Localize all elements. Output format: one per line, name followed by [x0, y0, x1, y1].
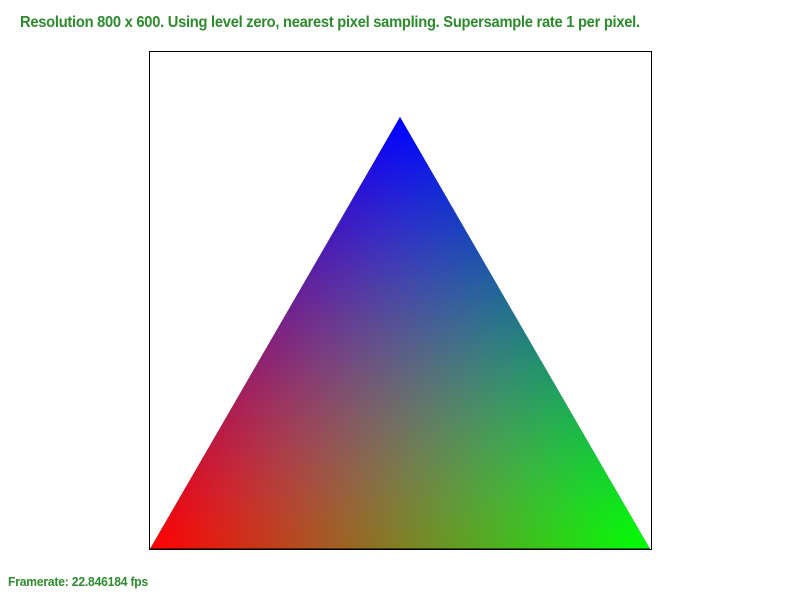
framerate-readout: Framerate: 22.846184 fps: [8, 574, 149, 589]
render-viewport[interactable]: [149, 51, 652, 550]
status-line: Resolution 800 x 600. Using level zero, …: [20, 14, 640, 31]
